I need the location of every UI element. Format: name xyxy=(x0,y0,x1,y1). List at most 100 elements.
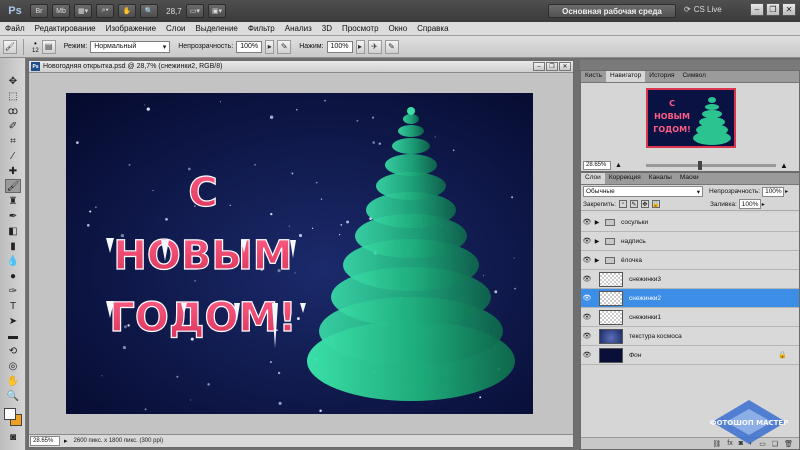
zoom-out-icon[interactable]: ▲ xyxy=(615,162,622,169)
layer-row[interactable]: 👁 ▶ надпись xyxy=(581,232,799,251)
opacity-slider-icon[interactable]: ▸ xyxy=(785,188,788,195)
eye-icon[interactable]: 👁 xyxy=(581,275,593,283)
hand-tool-button[interactable]: ✋ xyxy=(118,4,137,18)
layer-row[interactable]: 👁 Фон 🔒 xyxy=(581,346,799,365)
clone-stamp-tool-icon[interactable]: ♜ xyxy=(5,194,21,208)
lock-pixels-icon[interactable]: ✎ xyxy=(629,200,638,208)
zoom-level-value[interactable]: 28,7 xyxy=(166,7,182,16)
brush-tool-preset-icon[interactable]: 🖌 xyxy=(3,39,17,54)
brush-panel-toggle-icon[interactable]: ▤ xyxy=(41,39,56,54)
zoom-level-button[interactable]: ⌕▾ xyxy=(96,4,115,18)
arrange-documents-button[interactable]: ▭▾ xyxy=(185,4,204,18)
crop-tool-icon[interactable]: ⌗ xyxy=(5,134,21,148)
doc-minimize-button[interactable]: – xyxy=(533,62,545,71)
menu-window[interactable]: Окно xyxy=(384,24,413,33)
status-menu-icon[interactable]: ▸ xyxy=(64,437,68,445)
layer-row[interactable]: 👁 снежинки3 xyxy=(581,270,799,289)
tab-brush[interactable]: Кисть xyxy=(581,71,606,82)
tab-adjustments[interactable]: Коррекция xyxy=(605,173,645,184)
tab-channels[interactable]: Каналы xyxy=(645,173,676,184)
lock-all-icon[interactable]: 🔒 xyxy=(651,200,660,208)
expand-triangle-icon[interactable]: ▶ xyxy=(593,257,601,264)
marquee-tool-icon[interactable]: ⬚ xyxy=(5,89,21,103)
opacity-input[interactable]: 100% xyxy=(236,40,263,53)
shape-tool-icon[interactable]: ▬ xyxy=(5,329,21,343)
tab-layers[interactable]: Слои xyxy=(581,173,605,184)
doc-restore-button[interactable]: ❐ xyxy=(546,62,558,71)
close-button[interactable]: ✕ xyxy=(782,3,796,16)
layer-row[interactable]: 👁 текстура космоса xyxy=(581,327,799,346)
quick-mask-icon[interactable]: ◙ xyxy=(5,430,21,444)
eyedropper-tool-icon[interactable]: ⁄ xyxy=(5,149,21,163)
status-zoom-field[interactable]: 28.65% xyxy=(30,436,60,446)
tab-history[interactable]: История xyxy=(645,71,678,82)
pressure-opacity-icon[interactable]: ✎ xyxy=(277,39,292,54)
lock-transparency-icon[interactable]: ▫ xyxy=(618,200,627,208)
eye-icon[interactable]: 👁 xyxy=(581,237,593,245)
menu-layer[interactable]: Слои xyxy=(161,24,190,33)
eye-icon[interactable]: 👁 xyxy=(581,332,593,340)
zoom-tool-button[interactable]: 🔍 xyxy=(140,4,159,18)
navigator-zoom-field[interactable]: 28.65% xyxy=(583,160,611,170)
expand-triangle-icon[interactable]: ▶ xyxy=(593,238,601,245)
fill-slider-icon[interactable]: ▸ xyxy=(762,201,765,208)
fill-input[interactable]: 100% xyxy=(738,199,761,209)
layer-row[interactable]: 👁 ▶ сосульки xyxy=(581,213,799,232)
eye-icon[interactable]: 👁 xyxy=(581,218,593,226)
menu-help[interactable]: Справка xyxy=(412,24,453,33)
flow-slider-icon[interactable]: ▸ xyxy=(355,39,365,54)
eye-icon[interactable]: 👁 xyxy=(581,294,593,302)
blur-tool-icon[interactable]: 💧 xyxy=(5,254,21,268)
layer-row[interactable]: 👁 ▶ ёлочка xyxy=(581,251,799,270)
screen-mode-button[interactable]: ▣▾ xyxy=(207,4,226,18)
navigator-zoom-slider[interactable] xyxy=(645,160,776,170)
lasso-tool-icon[interactable]: ꝏ xyxy=(5,104,21,118)
eye-icon[interactable]: 👁 xyxy=(581,313,593,321)
tab-navigator[interactable]: Навигатор xyxy=(606,71,646,82)
quick-selection-tool-icon[interactable]: ✐ xyxy=(5,119,21,133)
foreground-color-swatch[interactable] xyxy=(4,408,16,420)
pressure-size-icon[interactable]: ✎ xyxy=(384,39,399,54)
artwork-canvas[interactable]: С НОВЫМ ГОДОМ! xyxy=(66,93,533,414)
menu-3d[interactable]: 3D xyxy=(317,24,337,33)
menu-edit[interactable]: Редактирование xyxy=(30,24,101,33)
zoom-tool-icon[interactable]: 🔍 xyxy=(5,389,21,403)
expand-triangle-icon[interactable]: ▶ xyxy=(593,219,601,226)
lock-position-icon[interactable]: ✥ xyxy=(640,200,649,208)
menu-view[interactable]: Просмотр xyxy=(337,24,384,33)
document-tab[interactable]: Ps Новогодняя открытка.psd @ 28,7% (снеж… xyxy=(29,61,573,73)
workspace-switcher[interactable]: Основная рабочая среда xyxy=(548,4,676,18)
menu-select[interactable]: Выделение xyxy=(190,24,242,33)
airbrush-icon[interactable]: ✈ xyxy=(367,39,382,54)
mini-bridge-button[interactable]: Mb xyxy=(52,4,70,18)
menu-file[interactable]: Файл xyxy=(0,24,30,33)
tab-character[interactable]: Символ xyxy=(678,71,709,82)
blend-mode-select[interactable]: Обычные ▾ xyxy=(583,186,703,197)
tab-masks[interactable]: Маски xyxy=(676,173,703,184)
layer-opacity-input[interactable]: 100% xyxy=(762,186,785,197)
layer-row-selected[interactable]: 👁 снежинки2 xyxy=(581,289,799,308)
navigator-zoom-knob[interactable] xyxy=(697,160,702,170)
view-extras-button[interactable]: ▦▾ xyxy=(74,4,93,18)
opacity-slider-icon[interactable]: ▸ xyxy=(265,39,275,54)
3d-rotate-tool-icon[interactable]: ⟲ xyxy=(5,344,21,358)
mode-select[interactable]: Нормальный ▾ xyxy=(90,40,171,53)
eraser-tool-icon[interactable]: ◧ xyxy=(5,224,21,238)
type-tool-icon[interactable]: T xyxy=(5,299,21,313)
menu-analysis[interactable]: Анализ xyxy=(280,24,317,33)
minimize-button[interactable]: – xyxy=(750,3,764,16)
layer-row[interactable]: 👁 снежинки1 xyxy=(581,308,799,327)
restore-button[interactable]: ❐ xyxy=(766,3,780,16)
dodge-tool-icon[interactable]: ● xyxy=(5,269,21,283)
brush-size-picker[interactable]: • 12 xyxy=(32,39,39,54)
bridge-button[interactable]: Br xyxy=(30,4,48,18)
zoom-in-icon[interactable]: ▲ xyxy=(780,161,788,170)
menu-filter[interactable]: Фильтр xyxy=(243,24,280,33)
move-tool-icon[interactable]: ✥ xyxy=(5,74,21,88)
gradient-tool-icon[interactable]: ▮ xyxy=(5,239,21,253)
cs-live-button[interactable]: ⟳ CS Live xyxy=(684,5,722,14)
eye-icon[interactable]: 👁 xyxy=(581,351,593,359)
brush-tool-icon[interactable]: 🖌 xyxy=(5,179,21,193)
navigator-view-box[interactable]: С НОВЫМ ГОДОМ! xyxy=(646,88,736,148)
history-brush-tool-icon[interactable]: ✒ xyxy=(5,209,21,223)
